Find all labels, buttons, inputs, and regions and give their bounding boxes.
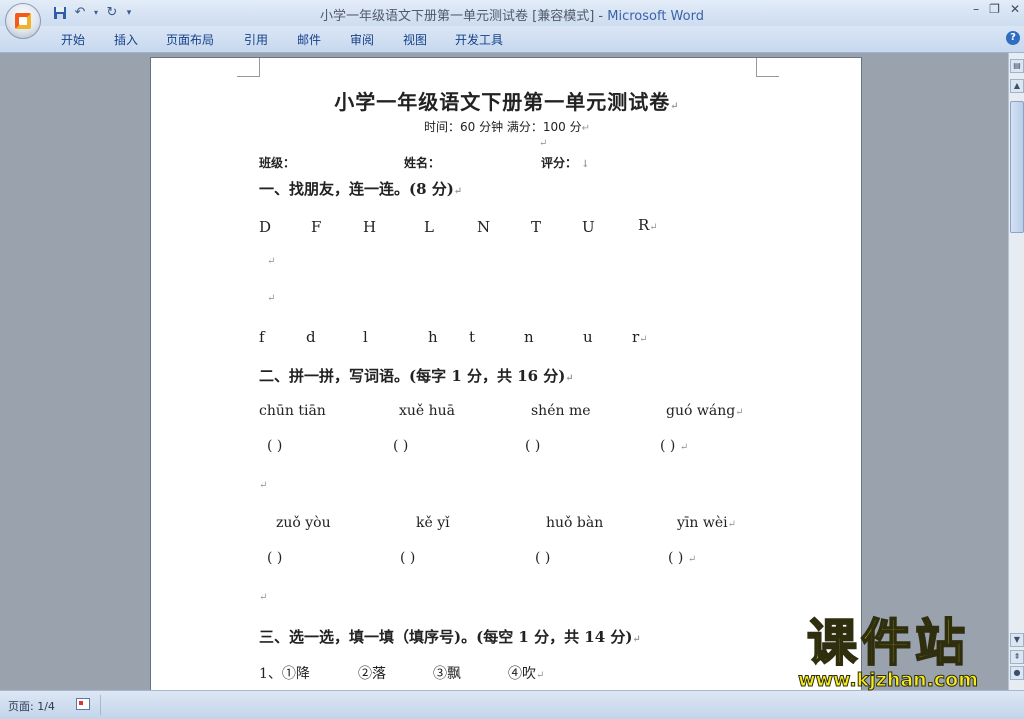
tab-insert[interactable]: 插入 <box>114 31 138 48</box>
class-label: 班级： <box>259 156 296 170</box>
lowercase-letter: f <box>259 328 265 346</box>
title-bar: ↶ ▾ ↻ ▾ 小学一年级语文下册第一单元测试卷 [兼容模式] - Micros… <box>0 0 1024 39</box>
watermark-url: www.kjzhan.com <box>797 669 979 692</box>
answer-blank[interactable]: ( ) <box>525 438 540 454</box>
section-1-heading: 一、找朋友，连一连。(8 分)↵ <box>259 180 463 198</box>
proofing-icon[interactable] <box>76 698 90 710</box>
tab-view[interactable]: 视图 <box>403 31 427 48</box>
uppercase-letter: N <box>477 218 491 236</box>
vertical-scrollbar[interactable]: ▤ ▲ ▼ ⇞ ● <box>1008 53 1024 690</box>
uppercase-letter: U <box>582 218 595 236</box>
uppercase-letter: R↵ <box>638 216 658 234</box>
status-divider <box>100 695 101 715</box>
exam-title: 小学一年级语文下册第一单元测试卷↵ <box>334 90 680 114</box>
window-title: 小学一年级语文下册第一单元测试卷 [兼容模式] - Microsoft Word <box>0 5 1024 24</box>
minimize-button[interactable]: – <box>973 2 979 16</box>
select-browse-object-icon[interactable]: ● <box>1010 666 1024 680</box>
pinyin-item: huǒ bàn <box>546 515 604 531</box>
uppercase-letter: H <box>363 218 377 236</box>
lowercase-letter: d <box>306 328 316 346</box>
pinyin-item: chūn tiān <box>259 403 326 419</box>
choice-option: ③飘 <box>433 666 461 682</box>
office-button[interactable] <box>5 3 41 39</box>
close-button[interactable]: ✕ <box>1010 2 1020 16</box>
choice-option: ②落 <box>358 666 386 682</box>
lowercase-letter: r↵ <box>632 328 648 346</box>
uppercase-letter: L <box>424 218 434 236</box>
pinyin-item: xuě huā <box>399 403 456 419</box>
pinyin-item: shén me <box>531 403 591 419</box>
document-area: 小学一年级语文下册第一单元测试卷↵ 时间：60 分钟 满分：100 分↵ ↵ 班… <box>0 53 1008 690</box>
ruler-toggle-icon[interactable]: ▤ <box>1010 59 1024 73</box>
page-indicator[interactable]: 页面: 1/4 <box>8 698 55 714</box>
pinyin-item: guó wáng↵ <box>666 403 744 419</box>
answer-blank[interactable]: ( ) ↵ <box>668 550 696 566</box>
pinyin-item: zuǒ yòu <box>276 515 331 531</box>
document-page[interactable]: 小学一年级语文下册第一单元测试卷↵ 时间：60 分钟 满分：100 分↵ ↵ 班… <box>150 57 862 690</box>
crop-mark-top-left <box>237 58 260 77</box>
paragraph-mark: ↵ <box>267 256 276 267</box>
help-icon[interactable]: ? <box>1006 31 1020 45</box>
uppercase-letter: F <box>311 218 322 236</box>
lowercase-letter: h <box>428 328 438 346</box>
paragraph-mark: ↵ <box>539 138 548 149</box>
section-3-heading: 三、选一选，填一填（填序号)。(每空 1 分，共 14 分)↵ <box>259 628 641 646</box>
exam-meta: 时间：60 分钟 满分：100 分↵ <box>423 120 590 134</box>
scrollbar-thumb[interactable] <box>1010 101 1024 233</box>
tab-home[interactable]: 开始 <box>61 31 85 48</box>
uppercase-letter: D <box>259 218 272 236</box>
window-controls: – ❐ ✕ <box>973 2 1020 16</box>
pinyin-item: yīn wèi↵ <box>677 515 736 531</box>
tab-developer[interactable]: 开发工具 <box>455 31 503 48</box>
app-name: Microsoft Word <box>607 9 704 24</box>
crop-mark-top-right <box>756 58 779 77</box>
watermark-main-text: 课件站 <box>806 614 969 672</box>
paragraph-mark: ↵ <box>259 480 268 491</box>
lowercase-letter: u <box>583 328 593 346</box>
restore-button[interactable]: ❐ <box>989 2 1000 16</box>
answer-blank[interactable]: ( ) <box>400 550 415 566</box>
tab-references[interactable]: 引用 <box>244 31 268 48</box>
score-label: 评分： ↓ <box>541 156 590 170</box>
answer-blank[interactable]: ( ) <box>535 550 550 566</box>
lowercase-letter: l <box>363 328 368 346</box>
name-label: 姓名： <box>404 156 441 170</box>
answer-blank[interactable]: ( ) <box>267 550 282 566</box>
uppercase-letter: T <box>531 218 542 236</box>
tab-page-layout[interactable]: 页面布局 <box>166 31 214 48</box>
lowercase-letter: t <box>469 328 476 346</box>
tab-review[interactable]: 审阅 <box>350 31 374 48</box>
watermark-logo: 课件站 www.kjzhan.com <box>772 614 1004 695</box>
answer-blank[interactable]: ( ) ↵ <box>660 438 688 454</box>
scroll-down-icon[interactable]: ▼ <box>1010 633 1024 647</box>
scroll-up-icon[interactable]: ▲ <box>1010 79 1024 93</box>
lowercase-letter: n <box>524 328 534 346</box>
tab-mailings[interactable]: 邮件 <box>297 31 321 48</box>
document-name: 小学一年级语文下册第一单元测试卷 [兼容模式] <box>320 9 595 24</box>
ribbon-tabs: 开始 插入 页面布局 引用 邮件 审阅 视图 开发工具 ? <box>0 26 1024 53</box>
answer-blank[interactable]: ( ) <box>267 438 282 454</box>
previous-page-icon[interactable]: ⇞ <box>1010 650 1024 664</box>
choice-option: ④吹↵ <box>508 666 545 682</box>
answer-blank[interactable]: ( ) <box>393 438 408 454</box>
paragraph-mark: ↵ <box>259 592 268 603</box>
title-separator: - <box>594 9 608 24</box>
paragraph-mark: ↵ <box>267 293 276 304</box>
choice-option: 1、①降 <box>259 666 310 682</box>
section-2-heading: 二、拼一拼，写词语。(每字 1 分，共 16 分)↵ <box>259 367 574 385</box>
office-logo-icon <box>15 13 31 29</box>
pinyin-item: kě yǐ <box>416 515 450 531</box>
